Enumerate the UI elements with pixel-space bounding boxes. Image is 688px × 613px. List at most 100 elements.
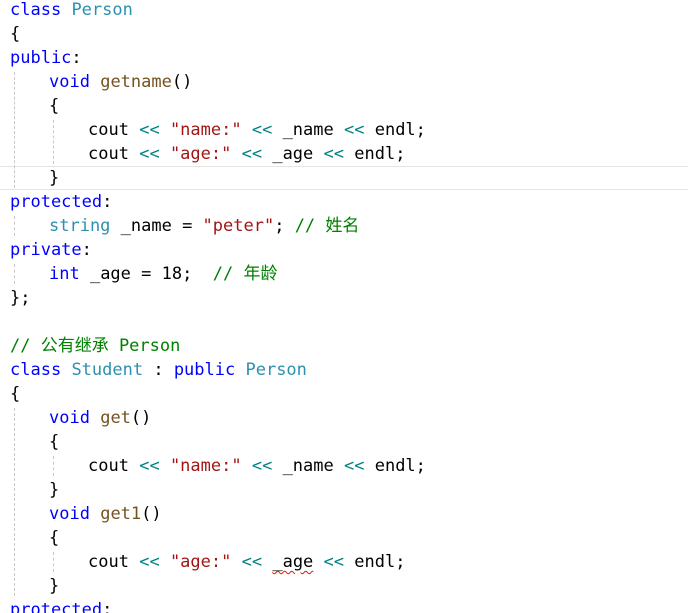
code-line[interactable]: // 公有继承 Person bbox=[0, 334, 688, 358]
code-line-content: } bbox=[49, 574, 59, 598]
code-line[interactable]: cout << "age:" << _age << endl; bbox=[0, 142, 688, 166]
code-line-content: cout << "age:" << _age << endl; bbox=[88, 142, 405, 166]
code-line-content: { bbox=[10, 382, 20, 406]
indent-guide bbox=[53, 552, 54, 572]
code-token: "name:" bbox=[169, 456, 242, 476]
code-token: { bbox=[49, 432, 60, 452]
code-token: { bbox=[10, 24, 21, 44]
code-token: "peter" bbox=[202, 216, 275, 236]
indent-guide bbox=[14, 264, 15, 284]
code-token: // 公有继承 Person bbox=[10, 336, 181, 356]
code-line-content: } bbox=[49, 167, 59, 189]
code-line[interactable]: void get() bbox=[0, 406, 688, 430]
code-line[interactable]: class Student : public Person bbox=[0, 358, 688, 382]
code-token: void bbox=[49, 504, 90, 524]
code-line[interactable]: protected: bbox=[0, 190, 688, 214]
code-token: : bbox=[102, 192, 113, 212]
code-token: string bbox=[49, 216, 111, 236]
code-line-content: { bbox=[10, 22, 20, 46]
code-line[interactable]: protected: bbox=[0, 598, 688, 613]
code-token: // 年龄 bbox=[212, 264, 278, 284]
code-line[interactable]: { bbox=[0, 430, 688, 454]
code-token: : bbox=[102, 600, 113, 613]
code-token: }; bbox=[10, 288, 31, 308]
code-token: << bbox=[139, 144, 160, 164]
code-token: << bbox=[139, 120, 160, 140]
code-line[interactable]: private: bbox=[0, 238, 688, 262]
code-token: << bbox=[251, 456, 273, 476]
code-line[interactable]: string _name = "peter"; // 姓名 bbox=[0, 214, 688, 238]
code-line[interactable] bbox=[0, 310, 688, 334]
code-token: << bbox=[323, 144, 344, 164]
indent-guide bbox=[14, 408, 15, 596]
indent-guide bbox=[53, 456, 54, 476]
code-line[interactable]: { bbox=[0, 22, 688, 46]
code-token: get bbox=[100, 408, 131, 428]
code-token: } bbox=[49, 168, 60, 188]
code-line[interactable]: { bbox=[0, 382, 688, 406]
code-line[interactable]: { bbox=[0, 94, 688, 118]
code-line-content: void getname() bbox=[49, 70, 192, 94]
code-line-content: { bbox=[49, 94, 59, 118]
code-line-current[interactable]: } bbox=[0, 166, 688, 190]
code-line[interactable]: int _age = 18; // 年龄 bbox=[0, 262, 688, 286]
code-token: ; bbox=[415, 120, 426, 140]
code-token: endl bbox=[374, 456, 416, 476]
code-line[interactable]: void getname() bbox=[0, 70, 688, 94]
code-token: void bbox=[49, 408, 90, 428]
code-line[interactable]: { bbox=[0, 526, 688, 550]
code-token: << bbox=[139, 456, 160, 476]
code-token: class bbox=[10, 0, 62, 20]
code-token: cout bbox=[88, 456, 129, 476]
code-token: get1 bbox=[100, 504, 142, 524]
code-line[interactable]: cout << "name:" << _name << endl; bbox=[0, 454, 688, 478]
code-line-content: int _age = 18; // 年龄 bbox=[49, 262, 278, 286]
code-token: Person bbox=[71, 0, 133, 20]
code-line-content: } bbox=[49, 478, 59, 502]
code-token: Person bbox=[245, 360, 307, 380]
code-token: << bbox=[343, 120, 365, 140]
code-line-content: // 公有继承 Person bbox=[10, 334, 180, 358]
code-line[interactable]: }; bbox=[0, 286, 688, 310]
code-line[interactable]: } bbox=[0, 574, 688, 598]
code-token: cout bbox=[88, 552, 129, 572]
code-token: protected bbox=[10, 192, 103, 212]
code-token: << bbox=[251, 120, 273, 140]
code-editor[interactable]: class Person{public: void getname(){cout … bbox=[0, 0, 688, 613]
code-token: getname bbox=[100, 72, 172, 92]
code-line[interactable]: } bbox=[0, 478, 688, 502]
code-token: () bbox=[130, 408, 152, 428]
code-line-content: string _name = "peter"; // 姓名 bbox=[49, 214, 359, 238]
code-line-content: }; bbox=[10, 286, 30, 310]
code-line[interactable]: void get1() bbox=[0, 502, 688, 526]
code-line-content: { bbox=[49, 430, 59, 454]
code-line[interactable]: cout << "name:" << _name << endl; bbox=[0, 118, 688, 142]
code-token: ; bbox=[395, 552, 406, 572]
code-token: { bbox=[49, 528, 60, 548]
code-token: // 姓名 bbox=[294, 216, 360, 236]
code-line-content: cout << "age:" << _age << endl; bbox=[88, 550, 405, 574]
code-line[interactable]: public: bbox=[0, 46, 688, 70]
code-token: } bbox=[49, 480, 60, 500]
code-token: : bbox=[143, 360, 174, 380]
code-token: ; bbox=[395, 144, 406, 164]
code-line-content: void get() bbox=[49, 406, 151, 430]
code-line-content: private: bbox=[10, 238, 92, 262]
code-line[interactable]: cout << "age:" << _age << endl; bbox=[0, 550, 688, 574]
code-token: { bbox=[49, 96, 60, 116]
code-token-error: _age bbox=[272, 552, 314, 572]
code-line-content: cout << "name:" << _name << endl; bbox=[88, 118, 426, 142]
code-line[interactable]: class Person bbox=[0, 0, 688, 22]
